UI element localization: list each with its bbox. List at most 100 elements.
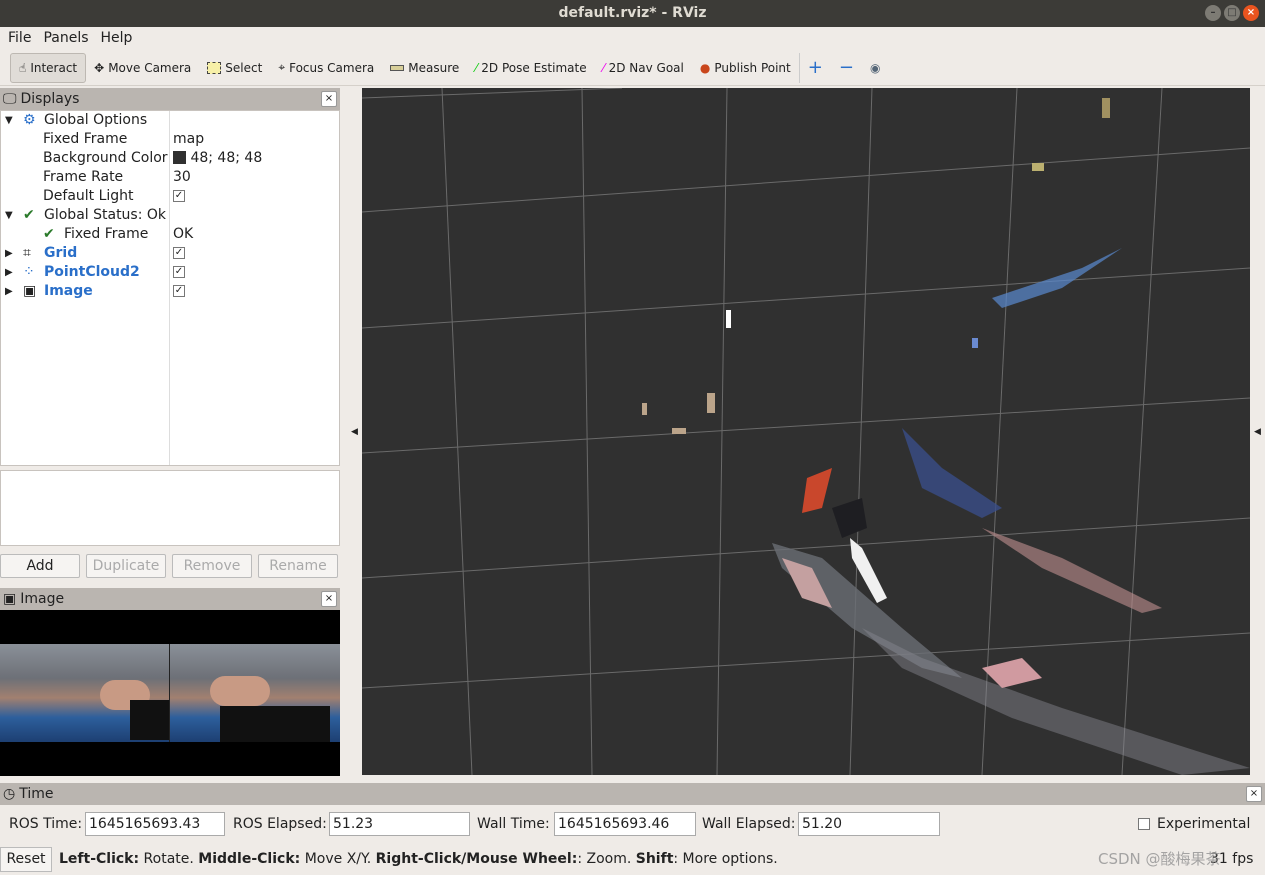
duplicate-button[interactable]: Duplicate	[86, 554, 166, 578]
fixed-frame-row[interactable]: Fixed Frame map	[1, 130, 339, 149]
tool-label: Interact	[30, 60, 78, 75]
window-title: default.rviz* - RViz	[558, 5, 707, 21]
close-button[interactable]: ×	[1243, 5, 1259, 21]
interact-tool[interactable]: ☝ Interact	[10, 52, 87, 83]
reset-button[interactable]: Reset	[0, 847, 52, 872]
menu-bar: File Panels Help	[0, 27, 1265, 49]
displays-title: Displays	[20, 91, 80, 107]
experimental-checkbox[interactable]	[1138, 818, 1150, 830]
add-tool-button[interactable]: +	[798, 52, 831, 83]
minimize-button[interactable]: –	[1205, 5, 1221, 21]
grid-lines	[362, 88, 1250, 775]
pose-estimate-tool[interactable]: ⁄ 2D Pose Estimate	[467, 53, 594, 83]
maximize-button[interactable]: □	[1224, 5, 1240, 21]
remove-button[interactable]: Remove	[172, 554, 252, 578]
menu-file[interactable]: File	[8, 27, 31, 49]
time-title: Time	[19, 786, 54, 802]
label: PointCloud2	[44, 264, 140, 280]
toolbar: ☝ Interact ✥ Move Camera Select ⌖ Focus Cam…	[0, 50, 1265, 86]
value[interactable]: 30	[173, 168, 191, 187]
checkbox[interactable]: ✓	[173, 190, 185, 202]
view-eye-button[interactable]: ◉	[862, 53, 888, 83]
image-row[interactable]: ▶ ▣ Image ✓	[1, 282, 339, 301]
point-cloud	[642, 98, 1250, 775]
publish-point-tool[interactable]: ● Publish Point	[692, 53, 799, 83]
checkbox[interactable]: ✓	[173, 247, 185, 259]
focus-camera-tool[interactable]: ⌖ Focus Camera	[270, 53, 382, 83]
label: Global Options	[44, 112, 148, 128]
value[interactable]: map	[173, 130, 204, 149]
nav-goal-tool[interactable]: ⁄ 2D Nav Goal	[595, 53, 692, 83]
default-light-row[interactable]: Default Light ✓	[1, 187, 339, 206]
ros-elapsed-field[interactable]: 51.23	[329, 812, 470, 836]
displays-tree: ▼ ⚙ Global Options Fixed Frame map Backgrou…	[0, 110, 340, 466]
tool-label: Publish Point	[714, 60, 791, 75]
gear-icon: ⚙	[23, 112, 36, 128]
crosshair-icon: ⌖	[278, 60, 286, 74]
tool-label: Select	[225, 60, 263, 75]
close-icon[interactable]: ×	[1246, 786, 1262, 802]
label: Image	[44, 283, 93, 299]
frame-rate-row[interactable]: Frame Rate 30	[1, 168, 339, 187]
pointcloud-icon: ⁘	[23, 264, 35, 280]
grid-icon: ⌗	[23, 245, 31, 261]
description-box	[0, 470, 340, 546]
label: Global Status: Ok	[44, 207, 167, 223]
collapse-right-handle[interactable]: ◀	[1254, 427, 1261, 437]
time-panel-header: ◷ Time ×	[0, 783, 1265, 805]
image-panel-header: ▣ Image ×	[0, 588, 340, 610]
3d-viewport[interactable]	[362, 88, 1250, 775]
wall-elapsed-field[interactable]: 51.20	[798, 812, 940, 836]
ros-time-label: ROS Time:	[9, 816, 83, 832]
status-fixed-frame-row: ✔ Fixed Frame OK	[1, 225, 339, 244]
displays-header: 🖵 Displays ×	[0, 88, 340, 110]
pointcloud2-row[interactable]: ▶ ⁘ PointCloud2 ✓	[1, 263, 339, 282]
wall-time-field[interactable]: 1645165693.46	[554, 812, 696, 836]
rename-button[interactable]: Rename	[258, 554, 338, 578]
measure-tool[interactable]: Measure	[382, 53, 467, 83]
label: Background Color	[43, 150, 168, 166]
image-panel-title: Image	[20, 591, 65, 607]
hand-icon: ☝	[19, 60, 27, 75]
eye-icon: ◉	[869, 60, 881, 75]
tool-label: 2D Pose Estimate	[481, 60, 587, 75]
wall-time-label: Wall Time:	[477, 816, 550, 832]
value: OK	[173, 226, 194, 242]
menu-help[interactable]: Help	[101, 27, 133, 49]
close-icon[interactable]: ×	[321, 591, 337, 607]
experimental-label: Experimental	[1157, 816, 1251, 832]
tool-label: Move Camera	[108, 60, 192, 75]
add-button[interactable]: Add	[0, 554, 80, 578]
menu-panels[interactable]: Panels	[43, 27, 88, 49]
global-status-row[interactable]: ▼ ✔ Global Status: Ok	[1, 206, 339, 225]
select-tool[interactable]: Select	[199, 53, 270, 83]
value[interactable]: 48; 48; 48	[173, 149, 262, 168]
global-options-row[interactable]: ▼ ⚙ Global Options	[1, 111, 339, 130]
camera-image	[0, 610, 340, 776]
ros-elapsed-label: ROS Elapsed:	[233, 816, 327, 832]
image-icon: ▣	[23, 283, 37, 299]
remove-tool-button[interactable]: −	[831, 53, 862, 83]
ros-time-field[interactable]: 1645165693.43	[85, 812, 225, 836]
close-icon[interactable]: ×	[321, 91, 337, 107]
background-color-row[interactable]: Background Color 48; 48; 48	[1, 149, 339, 168]
label: Fixed Frame	[43, 131, 128, 147]
bg-value: 48; 48; 48	[190, 150, 263, 166]
ruler-icon	[390, 64, 405, 71]
move-icon: ✥	[94, 60, 105, 75]
color-swatch	[173, 151, 186, 164]
tool-label: 2D Nav Goal	[608, 60, 684, 75]
checkbox[interactable]: ✓	[173, 285, 185, 297]
checkbox[interactable]: ✓	[173, 266, 185, 278]
label: Fixed Frame	[64, 226, 149, 242]
label: Frame Rate	[43, 169, 124, 185]
magenta-arrow-icon: ⁄	[602, 60, 605, 75]
tool-label: Focus Camera	[289, 60, 375, 75]
clock-icon: ◷	[3, 786, 16, 802]
move-camera-tool[interactable]: ✥ Move Camera	[86, 53, 199, 83]
grid-row[interactable]: ▶ ⌗ Grid ✓	[1, 244, 339, 263]
watermark: CSDN @酸梅果茶	[1098, 850, 1221, 868]
collapse-left-handle[interactable]: ◀	[351, 427, 358, 437]
check-icon: ✔	[43, 226, 55, 242]
monitor-icon: 🖵	[3, 91, 17, 107]
